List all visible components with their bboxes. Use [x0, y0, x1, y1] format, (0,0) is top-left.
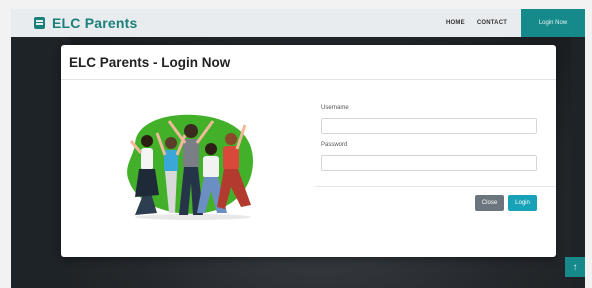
form-divider: [315, 186, 556, 187]
login-now-button[interactable]: Login Now: [521, 9, 585, 37]
password-input[interactable]: [321, 155, 537, 171]
close-button[interactable]: Close: [475, 195, 504, 211]
navbar: ELC Parents HOME CONTACT Login Now: [11, 9, 585, 37]
modal-title: ELC Parents - Login Now: [69, 54, 231, 70]
login-form: Username Password: [321, 105, 537, 171]
modal-header: ELC Parents - Login Now: [61, 45, 556, 80]
login-button[interactable]: Login: [508, 195, 537, 211]
brand-title: ELC Parents: [52, 15, 138, 31]
brand[interactable]: ELC Parents: [34, 15, 137, 31]
login-modal: ELC Parents - Login Now Username Passwor…: [61, 45, 556, 257]
nav-link-home[interactable]: HOME: [446, 20, 465, 26]
nav-link-contact[interactable]: CONTACT: [477, 20, 507, 26]
scroll-top-button[interactable]: ↑: [565, 257, 585, 277]
username-input[interactable]: [321, 118, 537, 134]
nav-links: HOME CONTACT: [446, 9, 519, 37]
people-celebrating-illustration: [127, 114, 253, 220]
arrow-up-icon: ↑: [572, 261, 578, 273]
username-label: Username: [321, 105, 349, 111]
brand-book-icon: [34, 17, 45, 29]
password-label: Password: [321, 142, 348, 148]
